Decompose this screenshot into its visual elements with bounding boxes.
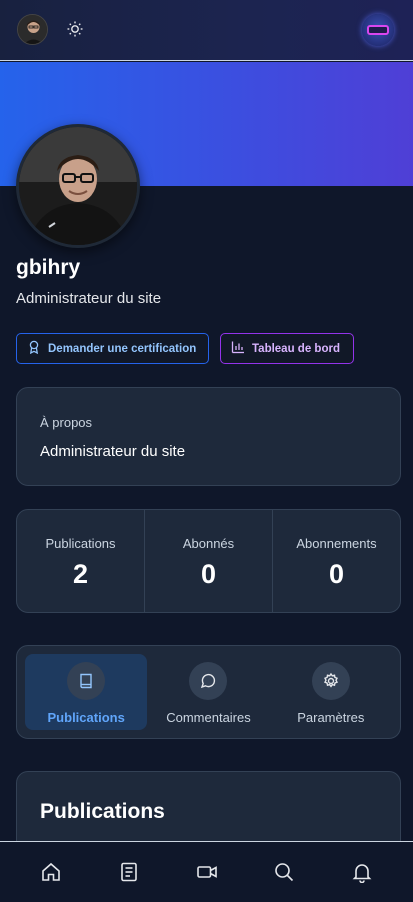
tab-settings[interactable]: Paramètres	[270, 654, 392, 730]
user-role: Administrateur du site	[16, 290, 162, 307]
tab-publications[interactable]: Publications	[25, 654, 148, 730]
publications-title: Publications	[40, 800, 165, 823]
home-icon[interactable]	[36, 857, 66, 887]
request-certification-label: Demander une certification	[48, 342, 197, 355]
sun-icon[interactable]	[66, 20, 84, 38]
tab-comments[interactable]: Commentaires	[147, 654, 269, 730]
stat-label: Abonnés	[182, 536, 235, 551]
tab-label: Commentaires	[166, 710, 251, 725]
award-icon	[27, 340, 41, 357]
about-text: Administrateur du site	[40, 443, 186, 460]
username: gbihry	[16, 256, 81, 279]
notebook-icon[interactable]	[114, 857, 144, 887]
stat-value: 2	[72, 559, 89, 589]
profile-avatar[interactable]	[16, 124, 140, 248]
language-indicator	[367, 25, 389, 35]
profile-tabs: Publications Commentaires Paramètres	[16, 645, 401, 739]
book-icon	[67, 662, 106, 700]
search-icon[interactable]	[269, 857, 299, 887]
tab-label: Publications	[47, 710, 125, 725]
stat-following[interactable]: Abonnements 0	[273, 510, 400, 612]
dashboard-button[interactable]: Tableau de bord	[220, 333, 354, 364]
stat-value: 0	[328, 559, 345, 589]
top-bar	[0, 0, 413, 61]
comment-icon	[189, 662, 228, 700]
gear-icon	[311, 662, 350, 700]
request-certification-button[interactable]: Demander une certification	[16, 333, 209, 364]
stat-label: Abonnements	[296, 536, 377, 551]
globe-icon[interactable]	[362, 14, 394, 46]
stat-publications[interactable]: Publications 2	[17, 510, 145, 612]
stat-label: Publications	[45, 536, 116, 551]
video-icon[interactable]	[192, 857, 222, 887]
bar-chart-icon	[231, 340, 245, 357]
user-avatar[interactable]	[17, 14, 48, 45]
bell-icon[interactable]	[347, 857, 377, 887]
about-card: À propos Administrateur du site	[16, 387, 401, 486]
dashboard-label: Tableau de bord	[252, 342, 340, 355]
about-title: À propos	[40, 415, 93, 430]
stats-card: Publications 2 Abonnés 0 Abonnements 0	[16, 509, 401, 613]
stat-followers[interactable]: Abonnés 0	[145, 510, 273, 612]
bottom-navigation	[0, 841, 413, 902]
stat-value: 0	[200, 559, 217, 589]
tab-label: Paramètres	[297, 710, 365, 725]
